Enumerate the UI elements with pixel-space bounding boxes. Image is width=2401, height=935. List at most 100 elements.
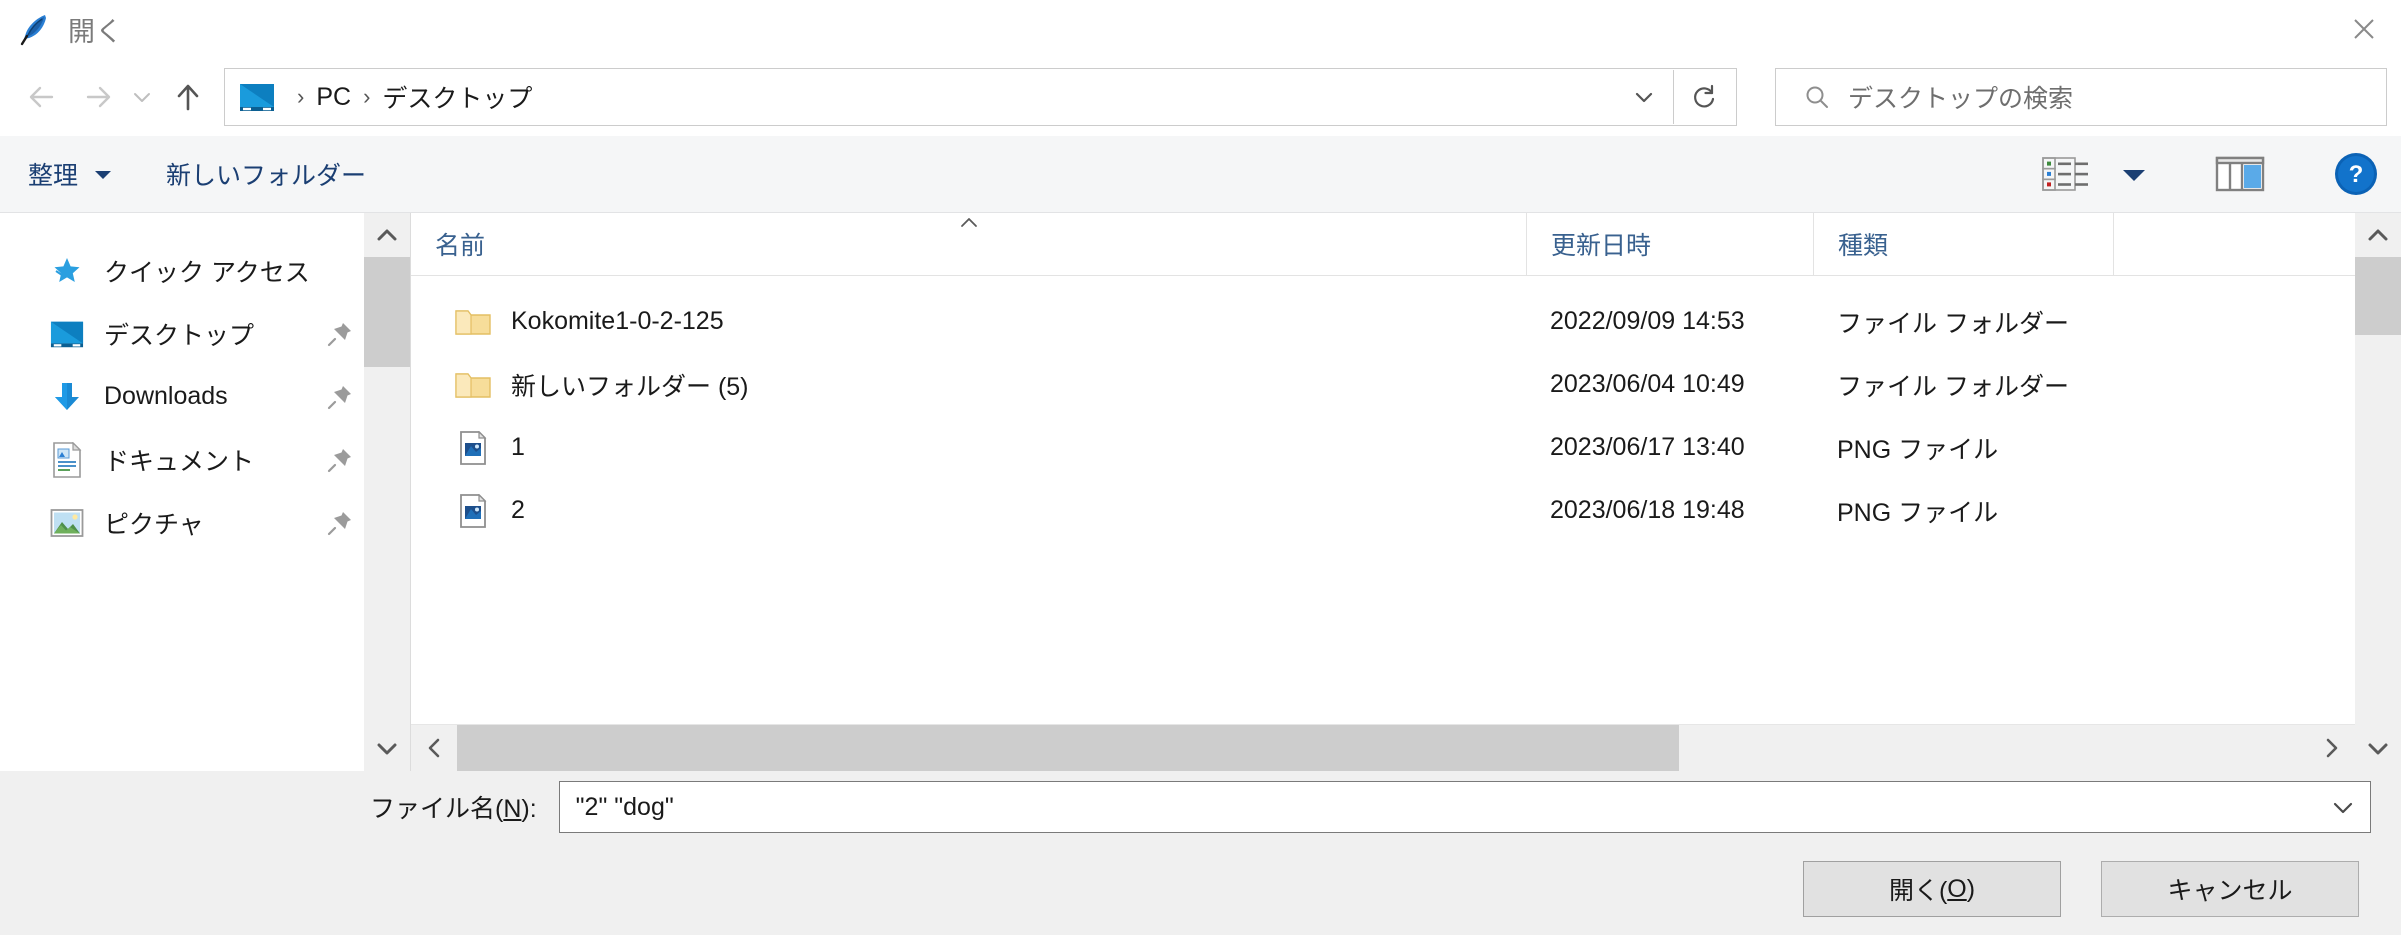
- chevron-down-icon: [1635, 92, 1653, 103]
- chevron-down-icon: [377, 743, 397, 755]
- breadcrumb-dropdown-button[interactable]: [1615, 70, 1673, 124]
- file-name-input[interactable]: "2" "dog": [558, 781, 2371, 833]
- open-button-suffix: ): [1966, 874, 1976, 903]
- picture-icon: [48, 504, 86, 542]
- monitor-icon: [240, 84, 274, 111]
- file-name-label: 2: [511, 496, 525, 524]
- scroll-left-button[interactable]: [411, 725, 457, 771]
- scroll-up-button[interactable]: [2355, 213, 2401, 257]
- breadcrumb-item-pc[interactable]: PC: [316, 83, 351, 112]
- file-rows: Kokomite1-0-2-125 2022/09/09 14:53 ファイル …: [411, 276, 2355, 724]
- navigation-pane: クイック アクセス デスクトップ Downloads ドキュメント ピクチャ: [0, 213, 411, 771]
- forward-button[interactable]: [70, 71, 122, 123]
- folder-icon: [455, 304, 491, 340]
- horizontal-scroll-track[interactable]: [457, 725, 2309, 771]
- search-box[interactable]: デスクトップの検索: [1775, 68, 2387, 126]
- pin-icon[interactable]: [326, 320, 354, 348]
- help-button[interactable]: ?: [2333, 146, 2379, 202]
- caret-down-icon: [95, 171, 112, 179]
- sidebar-item-label: クイック アクセス: [104, 258, 310, 287]
- vertical-scroll-thumb[interactable]: [2355, 257, 2401, 335]
- breadcrumb-bar[interactable]: › PC › デスクトップ: [224, 68, 1737, 126]
- sidebar-scroll-up-button[interactable]: [364, 213, 410, 257]
- up-button[interactable]: [162, 71, 214, 123]
- file-type-cell: ファイル フォルダー: [1837, 372, 2069, 401]
- sidebar-item-label: ドキュメント: [104, 447, 255, 476]
- table-row[interactable]: 2 2023/06/18 19:48 PNG ファイル: [411, 479, 2355, 542]
- horizontal-scroll-thumb[interactable]: [457, 725, 1680, 771]
- open-file-dialog: 開く › PC › デスクトップ デスクトップの検索 整理 新しいフォルダー ?…: [0, 0, 2401, 935]
- column-header-label: 種類: [1838, 232, 1889, 260]
- open-button-accelerator: O: [1947, 874, 1967, 903]
- column-header-type[interactable]: 種類: [1813, 213, 2113, 275]
- chevron-down-icon: [134, 93, 150, 102]
- close-button[interactable]: [2327, 0, 2401, 58]
- column-header-name[interactable]: 名前: [411, 213, 1526, 275]
- table-row[interactable]: 1 2023/06/17 13:40 PNG ファイル: [411, 416, 2355, 479]
- open-button[interactable]: 開く(O): [1803, 861, 2061, 917]
- view-options-button[interactable]: [2039, 146, 2097, 202]
- pin-icon[interactable]: [326, 509, 354, 537]
- file-modified-cell: 2023/06/04 10:49: [1550, 370, 1745, 398]
- pin-icon[interactable]: [326, 383, 354, 411]
- arrow-right-icon: [86, 86, 111, 108]
- organize-button[interactable]: 整理: [28, 156, 114, 192]
- file-name-dropdown-button[interactable]: [2316, 782, 2370, 832]
- new-folder-button[interactable]: 新しいフォルダー: [166, 156, 366, 192]
- vertical-scroll-track[interactable]: [2355, 257, 2401, 727]
- file-modified-cell: 2023/06/17 13:40: [1550, 433, 1745, 461]
- file-type-cell: ファイル フォルダー: [1837, 309, 2069, 338]
- view-options-dropdown-button[interactable]: [2119, 146, 2149, 202]
- file-type-cell: PNG ファイル: [1837, 435, 1999, 464]
- table-row[interactable]: 新しいフォルダー (5) 2023/06/04 10:49 ファイル フォルダー: [411, 353, 2355, 416]
- folder-icon: [455, 367, 491, 403]
- sidebar-item-pictures[interactable]: ピクチャ: [0, 491, 364, 554]
- column-header-modified[interactable]: 更新日時: [1526, 213, 1813, 275]
- png-image-icon: [455, 430, 491, 466]
- breadcrumb-separator: ›: [297, 84, 305, 109]
- preview-pane-button[interactable]: [2215, 146, 2267, 202]
- recent-locations-button[interactable]: [122, 71, 162, 123]
- file-name-label-prefix: ファイル名(: [370, 795, 504, 823]
- scroll-down-button[interactable]: [2355, 727, 2401, 771]
- table-row[interactable]: Kokomite1-0-2-125 2022/09/09 14:53 ファイル …: [411, 290, 2355, 353]
- file-list-horizontal-scrollbar[interactable]: [411, 724, 2355, 771]
- column-header-filler: [2113, 213, 2355, 275]
- sidebar-item-documents[interactable]: ドキュメント: [0, 428, 364, 491]
- chevron-left-icon: [428, 738, 440, 758]
- file-list-vertical-scrollbar[interactable]: [2355, 213, 2401, 771]
- dialog-body: クイック アクセス デスクトップ Downloads ドキュメント ピクチャ 名…: [0, 213, 2401, 771]
- sidebar-scrollbar[interactable]: [364, 213, 410, 771]
- address-bar: › PC › デスクトップ デスクトップの検索: [0, 58, 2401, 136]
- file-name-cell: 1: [411, 430, 1526, 466]
- file-type-cell: PNG ファイル: [1837, 498, 1999, 527]
- back-button[interactable]: [18, 71, 70, 123]
- sidebar-item-desktop[interactable]: デスクトップ: [0, 302, 364, 365]
- view-options-icon: [2042, 157, 2088, 191]
- cancel-button[interactable]: キャンセル: [2101, 861, 2359, 917]
- sidebar-scroll-thumb[interactable]: [364, 257, 410, 367]
- refresh-button[interactable]: [1674, 70, 1736, 124]
- caret-up-icon: [960, 218, 977, 227]
- arrow-left-icon: [29, 86, 54, 108]
- file-name-label: 新しいフォルダー (5): [511, 372, 749, 401]
- sidebar-scroll-down-button[interactable]: [364, 727, 410, 771]
- sidebar-item-quick-access[interactable]: クイック アクセス: [0, 239, 364, 302]
- arrow-up-icon: [177, 84, 199, 111]
- title-bar: 開く: [0, 0, 2401, 58]
- file-name-label: 1: [511, 433, 525, 461]
- new-folder-label: 新しいフォルダー: [166, 162, 367, 190]
- sidebar-scroll-track[interactable]: [364, 257, 410, 727]
- sidebar-item-label: デスクトップ: [104, 321, 255, 350]
- chevron-up-icon: [377, 229, 397, 241]
- file-list-main: 名前 更新日時 種類 Kokomite1-0-2-125 2022/09/09 …: [411, 213, 2355, 771]
- file-name-label-suffix: ):: [521, 795, 537, 823]
- search-input[interactable]: デスクトップの検索: [1848, 79, 2073, 115]
- breadcrumb-item-desktop[interactable]: デスクトップ: [382, 79, 532, 115]
- scroll-right-button[interactable]: [2309, 725, 2355, 771]
- sidebar-item-downloads[interactable]: Downloads: [0, 365, 364, 428]
- file-name-value[interactable]: "2" "dog": [560, 793, 2316, 822]
- pin-icon[interactable]: [326, 446, 354, 474]
- document-icon: [48, 441, 86, 479]
- column-header-label: 名前: [435, 232, 486, 260]
